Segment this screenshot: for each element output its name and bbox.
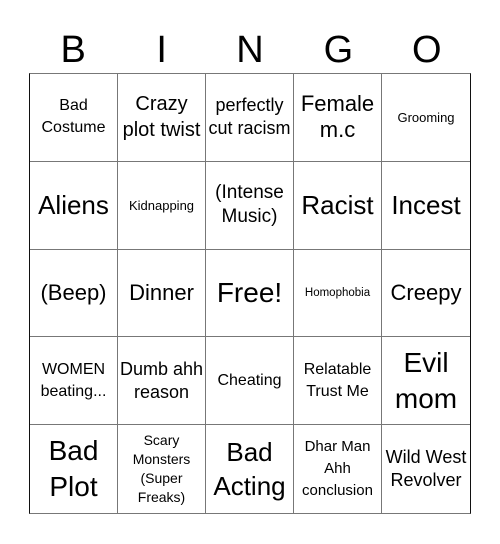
bingo-cell[interactable]: Cheating	[206, 337, 294, 426]
bingo-cell[interactable]: Dhar Man Ahh conclusion	[294, 425, 382, 513]
bingo-cell[interactable]: Bad Plot	[30, 425, 118, 513]
bingo-cell[interactable]: Aliens	[30, 161, 118, 250]
bingo-cell[interactable]: Grooming	[382, 74, 470, 162]
bingo-cell[interactable]: Incest	[382, 162, 470, 250]
bingo-cell[interactable]: Creepy	[382, 250, 470, 338]
bingo-cell[interactable]: Relatable Trust Me	[294, 337, 382, 426]
bingo-cell[interactable]: Wild West Revolver	[382, 425, 470, 513]
bingo-cell[interactable]: WOMEN beating...	[30, 337, 118, 426]
bingo-header: B I N G O	[29, 28, 471, 73]
bingo-cell[interactable]: Homophobia	[294, 249, 382, 338]
bingo-cell[interactable]: (Intense Music)	[206, 161, 294, 250]
bingo-cell[interactable]: Dinner	[118, 249, 206, 338]
header-letter-g: G	[323, 29, 354, 71]
bingo-cell[interactable]: Kidnapping	[118, 161, 206, 250]
header-letter-b: B	[60, 29, 86, 71]
bingo-cell[interactable]: Scary Monsters (Super Freaks)	[118, 425, 206, 513]
free-space-cell[interactable]: Free!	[206, 249, 294, 338]
bingo-cell[interactable]: Evil mom	[382, 337, 470, 426]
bingo-cell[interactable]: Racist	[294, 161, 382, 250]
bingo-cell[interactable]: Bad Costume	[30, 74, 118, 162]
header-letter-n: N	[236, 29, 264, 71]
header-letter-o: O	[412, 29, 442, 71]
bingo-cell[interactable]: Crazy plot twist	[118, 74, 206, 162]
bingo-cell[interactable]: Dumb ahh reason	[118, 337, 206, 426]
bingo-cell[interactable]: Bad Acting	[206, 425, 294, 513]
bingo-cell[interactable]: (Beep)	[30, 249, 118, 338]
bingo-cell[interactable]: Female m.c	[294, 74, 382, 162]
bingo-cell[interactable]: perfectly cut racism	[206, 74, 294, 162]
header-letter-i: I	[156, 29, 167, 71]
bingo-grid: Bad Costume Crazy plot twist perfectly c…	[29, 73, 471, 514]
